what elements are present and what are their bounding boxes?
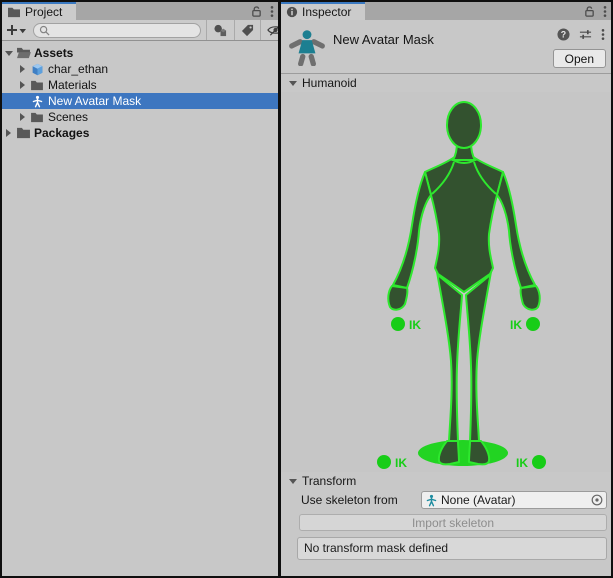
body-part-right-hand[interactable] (521, 286, 540, 310)
body-part-torso[interactable] (425, 156, 503, 292)
humanoid-body-map: IK IK IK IK (281, 92, 611, 472)
search-field[interactable] (33, 23, 201, 38)
info-icon (286, 6, 298, 18)
skeleton-object-value: None (Avatar) (441, 493, 515, 507)
right-hand-ik-dot[interactable] (526, 317, 540, 331)
foldout-arrow[interactable] (16, 65, 29, 73)
foldout-arrow[interactable] (2, 129, 15, 137)
folder-icon (29, 78, 45, 92)
left-foot-ik-label: IK (395, 456, 407, 470)
folder-open-icon (15, 46, 31, 60)
asset-title: New Avatar Mask (333, 32, 434, 47)
tree-row-label: Assets (34, 46, 73, 60)
eye-off-icon (267, 24, 278, 36)
tree-row-label: Packages (34, 126, 89, 140)
avatar-mask-icon (29, 94, 45, 108)
project-tabbar: Project (2, 2, 278, 20)
inspector-tabbar: Inspector (281, 2, 611, 20)
lock-icon[interactable] (580, 2, 599, 20)
body-part-head[interactable] (447, 102, 481, 148)
foldout-arrow[interactable] (2, 51, 15, 56)
tree-row-new-avatar-mask[interactable]: New Avatar Mask (2, 93, 278, 109)
project-panel: Project (2, 2, 278, 576)
search-by-type-button[interactable] (206, 20, 234, 40)
inspector-header: New Avatar Mask ? Open (281, 20, 611, 74)
presets-icon[interactable] (579, 28, 592, 41)
tree-row-label: New Avatar Mask (48, 94, 141, 108)
body-part-right-arm[interactable] (497, 172, 535, 288)
kebab-menu-icon[interactable] (599, 2, 611, 20)
humanoid-foldout-label: Humanoid (302, 76, 357, 90)
tabbar-spacer (76, 2, 247, 20)
tree-row-materials[interactable]: Materials (2, 77, 278, 93)
unity-window: Project (0, 0, 613, 578)
foldout-arrow[interactable] (16, 81, 29, 89)
tree-row-scenes[interactable]: Scenes (2, 109, 278, 125)
kebab-menu-icon[interactable] (266, 2, 278, 20)
transform-foldout[interactable]: Transform (281, 472, 611, 490)
project-tree: Assets char_ethan Materials (2, 41, 278, 576)
tab-project-label: Project (25, 5, 62, 19)
create-asset-button[interactable] (2, 20, 31, 40)
svg-text:?: ? (561, 29, 566, 39)
tab-project[interactable]: Project (2, 2, 76, 20)
folder-icon (7, 6, 21, 18)
foldout-arrow-icon (289, 81, 297, 86)
project-toolbar: 10 (2, 20, 278, 41)
object-picker-icon[interactable] (590, 493, 604, 507)
body-part-right-leg[interactable] (466, 272, 491, 441)
tree-row-label: Scenes (48, 110, 88, 124)
right-foot-ik-label: IK (516, 456, 528, 470)
right-foot-ik-dot[interactable] (532, 455, 546, 469)
model-cube-icon (29, 62, 45, 76)
tab-inspector[interactable]: Inspector (281, 2, 365, 20)
foldout-arrow-icon (289, 479, 297, 484)
left-hand-ik-label: IK (409, 318, 421, 332)
transform-section: Transform Use skeleton from None (Avatar… (281, 472, 611, 576)
search-icon (39, 25, 50, 36)
folder-icon (29, 110, 45, 124)
search-by-label-button[interactable] (234, 20, 260, 40)
tab-inspector-label: Inspector (302, 5, 351, 19)
mass-center-ellipse[interactable] (418, 440, 508, 466)
tabbar-spacer (365, 2, 580, 20)
avatar-mask-large-icon (288, 28, 326, 66)
folder-icon (15, 126, 31, 140)
avatar-icon (425, 494, 438, 507)
transform-mask-helpbox: No transform mask defined (297, 537, 607, 560)
body-part-left-leg[interactable] (437, 272, 462, 441)
foldout-arrow[interactable] (16, 113, 29, 121)
humanoid-foldout[interactable]: Humanoid (281, 74, 611, 92)
lock-icon[interactable] (247, 2, 266, 20)
tree-row-label: Materials (48, 78, 97, 92)
use-skeleton-row: Use skeleton from None (Avatar) (281, 490, 611, 510)
kebab-menu-icon[interactable] (601, 28, 605, 41)
right-hand-ik-label: IK (510, 318, 522, 332)
hidden-packages-button[interactable]: 10 (260, 20, 278, 40)
body-part-left-hand[interactable] (388, 286, 407, 310)
tree-row-assets[interactable]: Assets (2, 45, 278, 61)
tree-row-char-ethan[interactable]: char_ethan (2, 61, 278, 77)
left-hand-ik-dot[interactable] (391, 317, 405, 331)
inspector-panel: Inspector New Avatar Mask (281, 2, 611, 576)
search-input[interactable] (53, 24, 195, 36)
use-skeleton-label: Use skeleton from (301, 493, 417, 507)
open-button[interactable]: Open (553, 49, 606, 68)
help-icon[interactable]: ? (557, 28, 570, 41)
left-foot-ik-dot[interactable] (377, 455, 391, 469)
skeleton-object-field[interactable]: None (Avatar) (421, 491, 607, 509)
import-skeleton-button[interactable]: Import skeleton (299, 514, 607, 531)
tree-row-label: char_ethan (48, 62, 108, 76)
tree-row-packages[interactable]: Packages (2, 125, 278, 141)
transform-foldout-label: Transform (302, 474, 356, 488)
body-part-left-arm[interactable] (393, 172, 431, 288)
